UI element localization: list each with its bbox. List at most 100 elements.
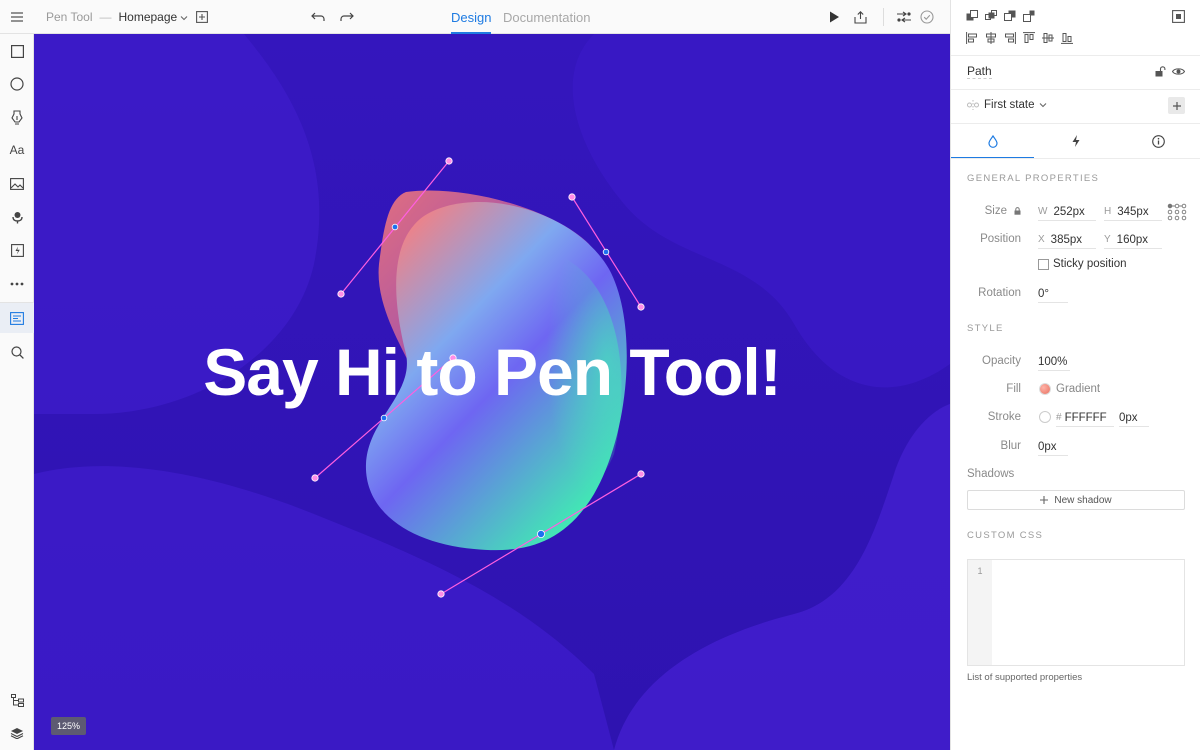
align-right-icon[interactable] <box>1003 30 1017 46</box>
info-icon <box>1152 134 1165 148</box>
stroke-label: Stroke <box>987 411 1021 423</box>
tab-documentation[interactable]: Documentation <box>503 0 590 34</box>
supported-properties-link[interactable]: List of supported properties <box>967 672 1082 683</box>
redo-icon[interactable] <box>340 0 354 34</box>
ellipse-tool-icon[interactable] <box>0 69 34 99</box>
add-page-icon[interactable] <box>196 0 208 34</box>
add-state-button[interactable] <box>1168 97 1185 114</box>
panel-divider <box>951 158 1200 159</box>
page-selector[interactable]: Homepage <box>118 10 177 24</box>
y-field[interactable]: Y 160px <box>1104 231 1162 249</box>
align-middle-icon[interactable] <box>1041 30 1055 46</box>
image-tool-icon[interactable] <box>0 169 34 199</box>
tab-info[interactable] <box>1117 124 1200 158</box>
fill-swatch[interactable] <box>1039 383 1051 395</box>
search-icon[interactable] <box>0 337 34 367</box>
undo-icon[interactable] <box>311 0 325 34</box>
stroke-color-field[interactable]: # FFFFFF <box>1056 409 1114 427</box>
text-tool-icon[interactable]: Aa <box>0 135 34 165</box>
pen-tool-icon[interactable] <box>0 102 34 132</box>
blur-label: Blur <box>1000 440 1021 452</box>
visibility-eye-icon[interactable] <box>1170 64 1186 78</box>
panel-divider <box>951 89 1200 90</box>
style-title: STYLE <box>967 323 1004 334</box>
stroke-width-field[interactable]: 0px <box>1119 409 1149 427</box>
chevron-down-icon[interactable] <box>1038 100 1048 110</box>
toolbar-divider <box>883 8 884 26</box>
state-selector[interactable]: First state <box>984 99 1034 111</box>
height-field[interactable]: H 345px <box>1104 203 1162 221</box>
plus-icon <box>1040 496 1049 504</box>
tab-design[interactable]: Design <box>451 0 492 34</box>
breadcrumb: Pen Tool — Homepage <box>46 0 188 34</box>
tab-interactions[interactable] <box>1034 124 1117 158</box>
layout-tool-icon[interactable] <box>0 303 34 333</box>
canvas-headline[interactable]: Say Hi to Pen Tool! <box>34 334 950 410</box>
blur-field[interactable]: 0px <box>1038 438 1068 456</box>
tab-style[interactable] <box>951 124 1034 159</box>
stroke-hash: # <box>1056 412 1062 423</box>
interaction-tool-icon[interactable] <box>0 235 34 265</box>
x-prefix: X <box>1038 234 1045 245</box>
width-prefix: W <box>1038 206 1048 217</box>
fill-label: Fill <box>1006 383 1021 395</box>
general-properties-title: GENERAL PROPERTIES <box>967 173 1100 184</box>
position-label: Position <box>980 233 1021 245</box>
rotation-label: Rotation <box>978 287 1021 299</box>
stroke-swatch[interactable] <box>1039 411 1051 423</box>
bring-to-front-icon[interactable] <box>984 8 998 24</box>
menu-icon[interactable] <box>8 0 26 34</box>
new-shadow-label: New shadow <box>1054 494 1112 506</box>
opacity-field[interactable]: 100% <box>1038 353 1070 371</box>
sticky-position-label: Sticky position <box>1053 258 1127 270</box>
rotation-field[interactable]: 0° <box>1038 285 1068 303</box>
share-icon[interactable] <box>854 0 867 34</box>
fill-type[interactable]: Gradient <box>1056 383 1100 395</box>
align-left-icon[interactable] <box>965 30 979 46</box>
panel-divider <box>951 55 1200 56</box>
bolt-icon <box>1072 135 1079 147</box>
unlock-icon[interactable] <box>1153 64 1167 78</box>
layer-tree-icon[interactable] <box>0 685 34 715</box>
x-field[interactable]: X 385px <box>1038 231 1096 249</box>
design-canvas[interactable]: Say Hi to Pen Tool! 125% <box>34 34 950 750</box>
properties-panel: Path First state GENERAL PROPERTIES Size… <box>950 0 1200 750</box>
zoom-indicator[interactable]: 125% <box>51 717 87 735</box>
send-backward-icon[interactable] <box>1003 8 1017 24</box>
layer-name[interactable]: Path <box>967 64 992 79</box>
align-center-icon[interactable] <box>984 30 998 46</box>
frame-select-icon[interactable] <box>1170 8 1186 24</box>
opacity-label: Opacity <box>982 355 1021 367</box>
bring-forward-icon[interactable] <box>965 8 979 24</box>
rectangle-tool-icon[interactable] <box>0 36 34 66</box>
more-tools-icon[interactable] <box>0 269 34 299</box>
send-to-back-icon[interactable] <box>1022 8 1036 24</box>
sticky-position-checkbox[interactable] <box>1038 259 1049 270</box>
y-value: 160px <box>1116 233 1149 246</box>
play-icon[interactable] <box>829 0 840 34</box>
custom-css-title: CUSTOM CSS <box>967 530 1044 541</box>
project-name[interactable]: Pen Tool <box>46 10 92 24</box>
left-toolbar: Aa <box>0 34 34 750</box>
top-bar: Pen Tool — Homepage Design Documentation <box>0 0 950 34</box>
height-value: 345px <box>1117 205 1149 218</box>
size-label: Size <box>984 205 1007 217</box>
shadows-label: Shadows <box>967 468 1015 480</box>
chevron-down-icon[interactable] <box>180 10 188 24</box>
swap-icon[interactable] <box>896 0 912 34</box>
width-value: 252px <box>1053 205 1085 218</box>
drop-icon <box>987 134 998 148</box>
layers-icon[interactable] <box>0 718 34 748</box>
component-tool-icon[interactable] <box>0 202 34 232</box>
new-shadow-button[interactable]: New shadow <box>967 490 1185 510</box>
check-circle-icon[interactable] <box>920 0 934 34</box>
custom-css-editor[interactable]: 1 <box>967 559 1185 666</box>
align-bottom-icon[interactable] <box>1060 30 1074 46</box>
x-value: 385px <box>1050 233 1083 246</box>
align-top-icon[interactable] <box>1022 30 1036 46</box>
stroke-color-value: FFFFFF <box>1064 411 1107 424</box>
lock-icon[interactable] <box>1012 206 1022 216</box>
breadcrumb-separator: — <box>99 10 112 24</box>
width-field[interactable]: W 252px <box>1038 203 1096 221</box>
constraints-icon[interactable] <box>1166 202 1187 222</box>
